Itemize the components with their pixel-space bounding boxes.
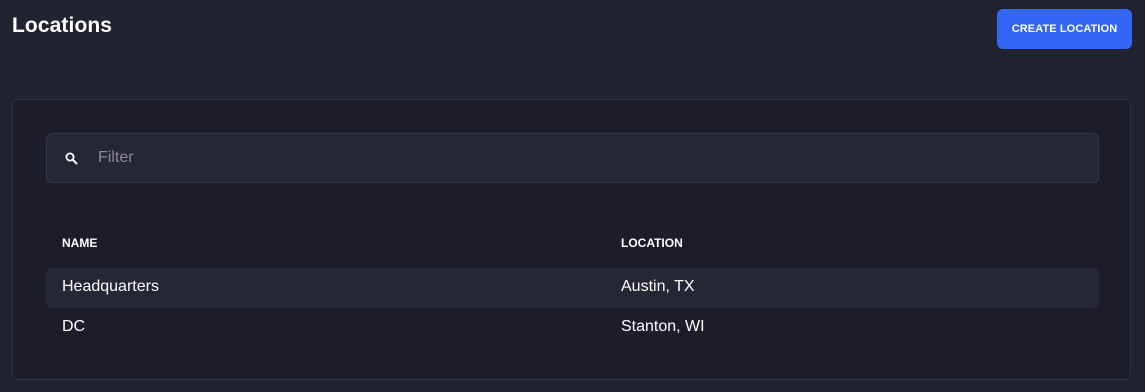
filter-input[interactable] [96, 142, 1098, 174]
create-location-button[interactable]: CREATE LOCATION [997, 9, 1132, 49]
row-location: Austin, TX [621, 278, 695, 295]
row-name: DC [62, 318, 86, 335]
row-name: Headquarters [62, 278, 159, 295]
locations-panel: NAME LOCATION Headquarters Austin, TX DC… [12, 99, 1131, 380]
page-title: Locations [12, 14, 113, 37]
search-icon [64, 151, 78, 165]
table-row[interactable]: Headquarters Austin, TX [46, 268, 1099, 308]
row-location: Stanton, WI [621, 318, 705, 335]
locations-page: Locations CREATE LOCATION NAME LOCATION … [0, 0, 1145, 392]
filter-field[interactable] [46, 133, 1099, 183]
table-row[interactable]: DC Stanton, WI [46, 308, 1099, 348]
column-header-name[interactable]: NAME [62, 236, 97, 250]
column-header-location[interactable]: LOCATION [621, 236, 683, 250]
table-header: NAME LOCATION [46, 228, 1099, 258]
